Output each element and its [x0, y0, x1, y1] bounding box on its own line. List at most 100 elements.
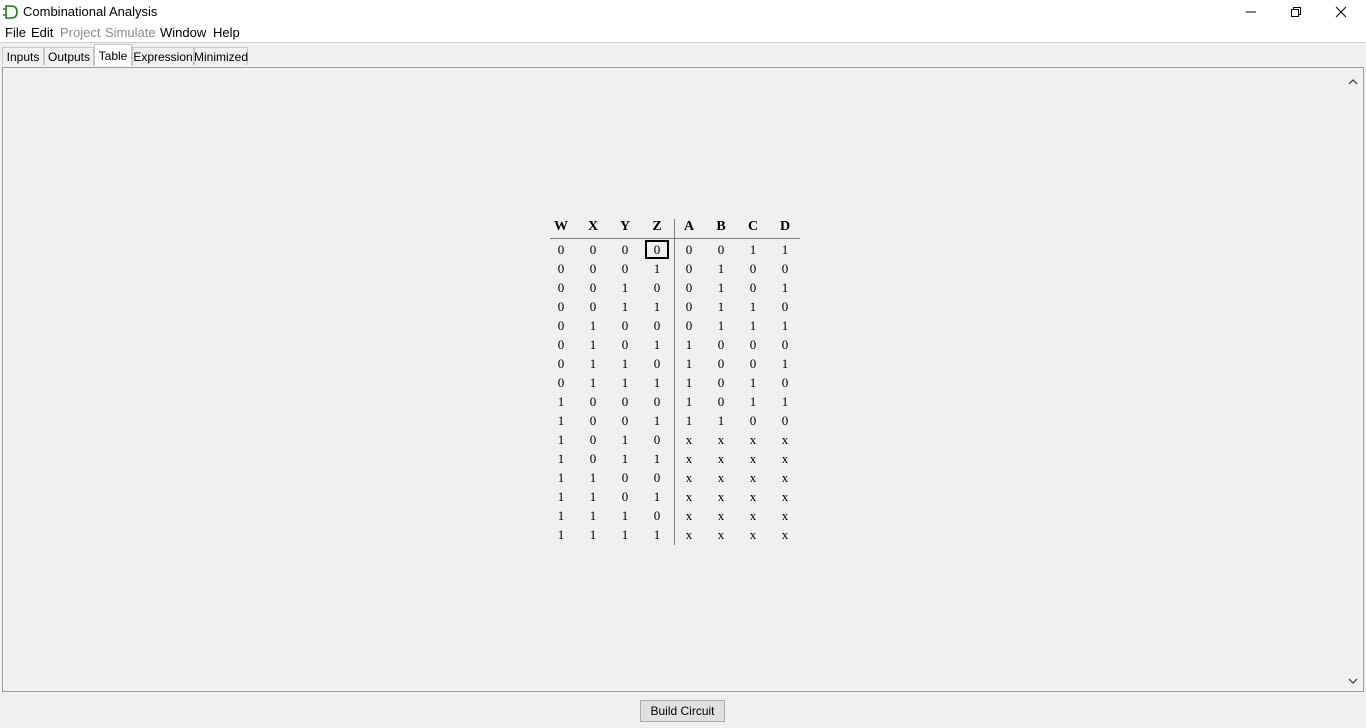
output-cell[interactable]: 1 [775, 280, 795, 296]
output-cell[interactable]: 0 [679, 280, 699, 296]
column-header-b: B [716, 219, 726, 234]
input-cell: 0 [653, 394, 661, 409]
menu-simulate[interactable]: Simulate [105, 25, 156, 40]
output-cell[interactable]: 0 [711, 242, 731, 258]
output-cell[interactable]: 0 [711, 375, 731, 391]
output-cell[interactable]: 0 [775, 413, 795, 429]
output-cell[interactable]: x [743, 451, 763, 467]
minimize-button[interactable] [1228, 0, 1274, 24]
menu-file[interactable]: File [5, 25, 26, 40]
output-cell[interactable]: 1 [743, 299, 763, 315]
build-circuit-button[interactable]: Build Circuit [640, 700, 725, 722]
menu-edit[interactable]: Edit [31, 25, 53, 40]
output-cell[interactable]: 0 [775, 261, 795, 277]
menu-help[interactable]: Help [213, 25, 240, 40]
input-cell: 1 [589, 337, 597, 352]
output-cell[interactable]: 0 [743, 280, 763, 296]
column-header-x: X [587, 219, 599, 234]
output-cell[interactable]: x [775, 527, 795, 543]
output-cell[interactable]: x [711, 451, 731, 467]
input-cell: 1 [653, 261, 661, 276]
output-cell[interactable]: 1 [711, 318, 731, 334]
menu-project[interactable]: Project [60, 25, 100, 40]
input-cell: 0 [653, 318, 661, 333]
output-cell[interactable]: 1 [775, 242, 795, 258]
input-cell: 0 [621, 413, 629, 428]
output-cell[interactable]: 0 [743, 261, 763, 277]
menu-bar: File Edit Project Simulate Window Help [0, 24, 1366, 42]
restore-button[interactable] [1273, 0, 1319, 24]
output-cell[interactable]: 0 [679, 299, 699, 315]
menu-window[interactable]: Window [160, 25, 206, 40]
chevron-down-icon [1348, 678, 1358, 684]
output-cell[interactable]: x [775, 432, 795, 448]
output-cell[interactable]: 1 [679, 413, 699, 429]
output-cell[interactable]: 0 [711, 337, 731, 353]
output-cell[interactable]: x [679, 508, 699, 524]
output-cell[interactable]: x [775, 489, 795, 505]
output-cell[interactable]: 1 [679, 337, 699, 353]
output-cell[interactable]: x [775, 451, 795, 467]
output-cell[interactable]: 0 [743, 413, 763, 429]
tab-expression[interactable]: Expression [132, 47, 194, 65]
tab-inputs[interactable]: Inputs [2, 47, 44, 65]
output-cell[interactable]: 1 [743, 318, 763, 334]
tab-minimized[interactable]: Minimized [194, 47, 248, 65]
scroll-down-button[interactable] [1345, 673, 1361, 689]
output-cell[interactable]: x [743, 527, 763, 543]
output-cell[interactable]: x [743, 508, 763, 524]
output-cell[interactable]: 1 [679, 394, 699, 410]
input-cell: 0 [621, 318, 629, 333]
output-cell[interactable]: 1 [711, 413, 731, 429]
input-cell: 1 [589, 527, 597, 542]
output-cell[interactable]: x [711, 489, 731, 505]
output-cell[interactable]: 0 [679, 261, 699, 277]
output-cell[interactable]: 0 [711, 394, 731, 410]
output-cell[interactable]: 1 [743, 242, 763, 258]
output-cell[interactable]: x [743, 470, 763, 486]
output-cell[interactable]: x [679, 527, 699, 543]
output-cell[interactable]: x [679, 432, 699, 448]
output-cell[interactable]: x [711, 508, 731, 524]
output-cell[interactable]: 1 [711, 261, 731, 277]
output-cell[interactable]: x [711, 527, 731, 543]
input-cell: 1 [589, 508, 597, 523]
tab-outputs[interactable]: Outputs [44, 47, 94, 65]
output-cell[interactable]: x [743, 489, 763, 505]
output-cell[interactable]: x [679, 470, 699, 486]
output-cell[interactable]: 1 [775, 356, 795, 372]
output-cell[interactable]: 1 [743, 375, 763, 391]
output-cell[interactable]: x [775, 470, 795, 486]
input-cell: 0 [653, 508, 661, 523]
output-cell[interactable]: 0 [711, 356, 731, 372]
title-bar: Combinational Analysis [0, 0, 1366, 24]
output-cell[interactable]: 1 [679, 375, 699, 391]
output-cell[interactable]: 0 [775, 299, 795, 315]
output-cell[interactable]: 0 [743, 356, 763, 372]
column-header-a: A [683, 219, 695, 234]
close-button[interactable] [1318, 0, 1364, 24]
output-cell[interactable]: x [775, 508, 795, 524]
input-cell: 0 [589, 432, 597, 447]
output-cell[interactable]: 0 [775, 375, 795, 391]
output-cell[interactable]: 1 [743, 394, 763, 410]
output-cell[interactable]: x [743, 432, 763, 448]
output-cell[interactable]: 0 [775, 337, 795, 353]
output-cell[interactable]: x [679, 489, 699, 505]
menu-divider [0, 42, 1366, 43]
output-cell[interactable]: 1 [775, 318, 795, 334]
tab-table[interactable]: Table [94, 44, 132, 66]
output-cell[interactable]: 0 [743, 337, 763, 353]
output-cell[interactable]: 1 [679, 356, 699, 372]
output-cell[interactable]: 0 [679, 318, 699, 334]
output-cell[interactable]: x [679, 451, 699, 467]
output-cell[interactable]: x [711, 470, 731, 486]
output-cell[interactable]: 1 [711, 280, 731, 296]
output-cell[interactable]: 0 [679, 242, 699, 258]
scroll-up-button[interactable] [1345, 74, 1361, 90]
output-cell[interactable]: 1 [775, 394, 795, 410]
output-cell[interactable]: 1 [711, 299, 731, 315]
minimize-icon [1246, 11, 1256, 13]
input-cell: 1 [653, 299, 661, 314]
output-cell[interactable]: x [711, 432, 731, 448]
